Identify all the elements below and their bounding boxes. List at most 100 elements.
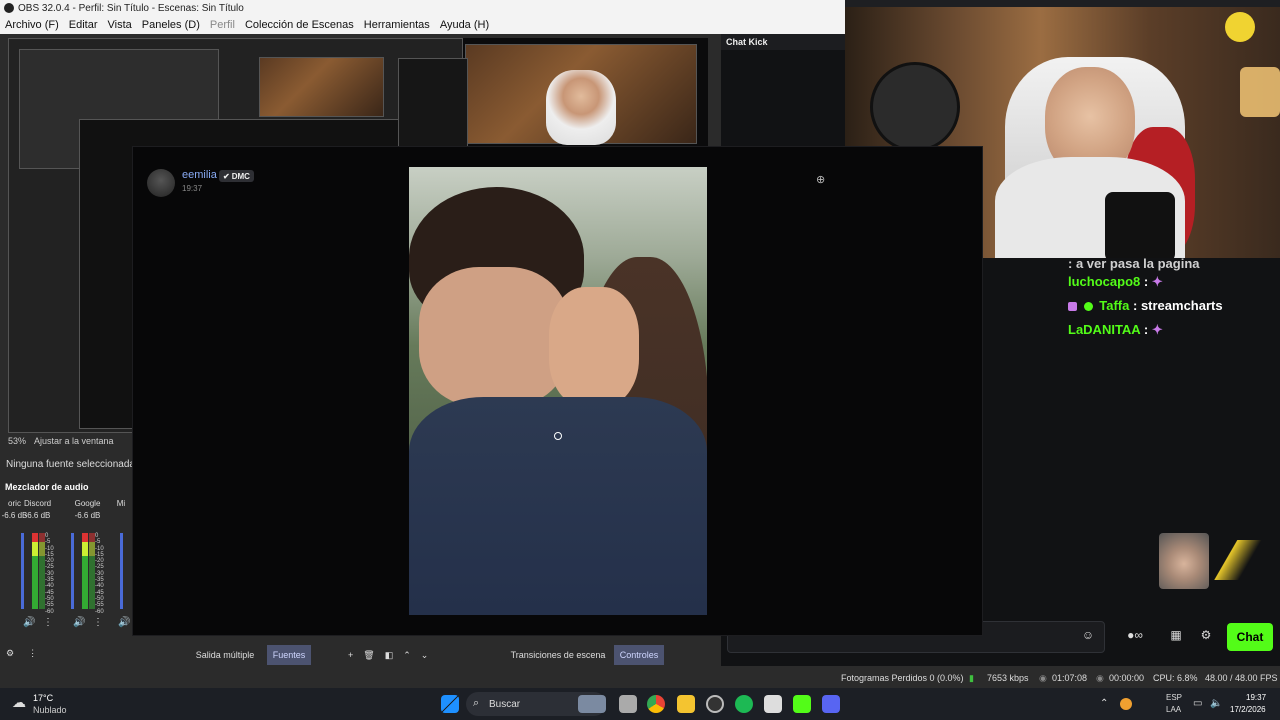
live-icon: ◉: [1039, 673, 1047, 683]
tray-chevron-icon[interactable]: ⌃: [1100, 698, 1108, 709]
tab-fuentes[interactable]: Fuentes: [267, 645, 311, 665]
clock-date[interactable]: 17/2/2026: [1230, 705, 1266, 714]
volume-slider[interactable]: [120, 533, 123, 609]
menu-ayuda[interactable]: Ayuda (H): [435, 19, 494, 31]
volume-slider[interactable]: [21, 533, 24, 609]
menu-dots-icon[interactable]: ⋮: [28, 648, 37, 659]
settings-icon[interactable]: ⚙: [6, 648, 14, 659]
search-icon: ⌕: [473, 697, 480, 709]
fps: 48.00 / 48.00 FPS: [1205, 673, 1278, 683]
properties-icon[interactable]: ◧: [385, 650, 394, 661]
emoji-icon[interactable]: ☺: [1080, 628, 1096, 644]
audio-meter: [82, 533, 88, 609]
channel-db: -6.6 dB: [74, 511, 101, 520]
menu-vista[interactable]: Vista: [103, 19, 137, 31]
store-icon[interactable]: ▦: [1168, 628, 1184, 644]
discord-icon[interactable]: [822, 695, 840, 713]
chat-username[interactable]: LaDANITAA: [1068, 322, 1140, 337]
up-icon[interactable]: ⌃: [403, 650, 411, 661]
fit-window-label[interactable]: Ajustar a la ventana: [34, 436, 114, 446]
lamp: [1240, 67, 1280, 117]
obs-icon[interactable]: [706, 695, 724, 713]
emote-icon: ✦: [1151, 274, 1163, 289]
photo-face-left: [419, 267, 569, 407]
menu-paneles[interactable]: Paneles (D): [137, 19, 205, 31]
clock-time[interactable]: 19:37: [1246, 693, 1266, 702]
tab-controles[interactable]: Controles: [614, 645, 664, 665]
spotify-icon[interactable]: [735, 695, 753, 713]
photo-hoodie: [409, 397, 707, 615]
source-toolbar: + 🗑 ◧ ⌃ ⌄: [348, 645, 448, 665]
volume-icon[interactable]: 🔈: [1210, 698, 1222, 709]
more-icon[interactable]: ⋮: [43, 617, 53, 628]
widget-icon[interactable]: [578, 695, 606, 713]
mixer-channel-mic: Mi 🔊: [112, 499, 130, 639]
avatar[interactable]: [147, 169, 175, 197]
channel-name: Google: [74, 499, 101, 508]
obs-titlebar: OBS 32.0.4 - Perfil: Sin Título - Escena…: [0, 0, 845, 16]
chat-send-button[interactable]: Chat: [1227, 623, 1273, 651]
speaker-icon[interactable]: 🔊: [23, 617, 35, 628]
weather-icon[interactable]: ☁: [12, 694, 26, 711]
preview-webcam: [465, 44, 697, 145]
menu-perfil[interactable]: Perfil: [205, 19, 240, 31]
overlay-avatar: [1159, 533, 1209, 589]
language-sub[interactable]: LAA: [1166, 705, 1181, 714]
kick-icon[interactable]: [793, 695, 811, 713]
channel-db: -6.6 dB: [24, 511, 51, 520]
nested-webcam-thumb: [259, 57, 384, 117]
menu-herramientas[interactable]: Herramientas: [359, 19, 435, 31]
store-icon[interactable]: [764, 695, 782, 713]
windows-taskbar: [0, 688, 1280, 720]
discord-username[interactable]: eemilia: [182, 169, 217, 181]
rec-time: 00:00:00: [1109, 673, 1145, 683]
message-time: 19:37: [182, 184, 203, 193]
overlay-animation: [1212, 540, 1272, 580]
channel-name: Discord: [23, 499, 52, 508]
menu-archivo[interactable]: Archivo (F): [0, 19, 64, 31]
tab-transiciones[interactable]: Transiciones de escena: [508, 645, 608, 665]
photo-face-right: [549, 287, 639, 407]
file-explorer-icon[interactable]: [677, 695, 695, 713]
menu-coleccion[interactable]: Colección de Escenas: [240, 19, 359, 31]
no-source-label: Ninguna fuente seleccionada: [0, 450, 140, 478]
fan-icon: [870, 62, 960, 152]
cpu-usage: CPU: 6.8%: [1153, 673, 1198, 683]
chat-message: Taffa : streamcharts: [1068, 298, 1223, 313]
zoom-icon[interactable]: ⊕: [816, 173, 832, 189]
shared-photo[interactable]: [409, 167, 707, 615]
webcam-person-thumb: [546, 70, 616, 145]
chat-kick-title: Chat Kick: [721, 34, 845, 50]
add-icon[interactable]: +: [348, 650, 353, 660]
windows-start-icon[interactable]: [441, 695, 459, 713]
language-code[interactable]: ESP: [1166, 693, 1182, 702]
speaker-icon[interactable]: 🔊: [118, 617, 130, 628]
tab-salida-multiple[interactable]: Salida múltiple: [190, 645, 260, 665]
chrome-icon[interactable]: [647, 695, 665, 713]
down-icon[interactable]: ⌄: [421, 650, 429, 661]
menu-editar[interactable]: Editar: [64, 19, 103, 31]
chat-username[interactable]: Taffa: [1099, 298, 1129, 313]
weather-temp[interactable]: 17°C: [33, 693, 53, 703]
emote-icon: ✦: [1151, 322, 1163, 337]
weather-desc[interactable]: Nublado: [33, 705, 67, 715]
more-icon[interactable]: ⋮: [93, 617, 103, 628]
network-icon[interactable]: ▭: [1193, 698, 1202, 709]
tray-app-icon[interactable]: [1120, 698, 1132, 710]
speaker-icon[interactable]: 🔊: [73, 617, 85, 628]
volume-slider[interactable]: [71, 533, 74, 609]
settings-icon[interactable]: ⚙: [1198, 628, 1214, 644]
meter-ticks: 0 -5 -10 -15 -20 -25 -30 -35 -40 -45 -50 -55 -60: [95, 533, 104, 615]
trash-icon[interactable]: 🗑: [363, 650, 374, 661]
chat-username[interactable]: luchocapo8: [1068, 274, 1140, 289]
role-badge: ✔ DMC: [219, 170, 254, 182]
task-view-icon[interactable]: [619, 695, 637, 713]
mixer-channel-discord: Discord -6.6 dB 0 -5 -10 -15 -20 -25 -30 -35 -40…: [15, 499, 60, 639]
obs-window-title: OBS 32.0.4 - Perfil: Sin Título - Escena…: [18, 2, 244, 14]
emoji-overlay-icon: [1225, 12, 1255, 42]
zoom-value[interactable]: 53%: [8, 436, 26, 446]
badge-icon: [1068, 302, 1077, 312]
obs-menubar: Archivo (F) Editar Vista Paneles (D) Per…: [0, 16, 845, 34]
chat-message-partial: : a ver pasa la pagina: [1068, 256, 1200, 271]
links-icon[interactable]: ●∞: [1118, 628, 1152, 644]
